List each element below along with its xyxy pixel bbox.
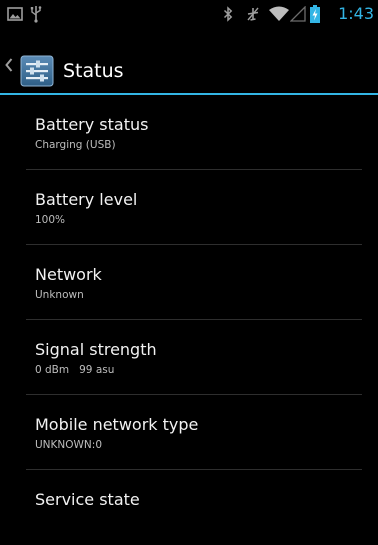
item-summary: Unknown [35,289,84,301]
bluetooth-icon [221,0,235,28]
list-item-battery-status[interactable]: Battery status Charging (USB) [26,95,362,170]
item-summary: Charging (USB) [35,139,116,151]
action-bar: Status [0,28,378,95]
signal-icon [290,0,306,28]
page-title: Status [63,60,124,82]
settings-app-icon[interactable] [19,53,55,89]
clock: 1:43 [338,4,374,23]
up-caret-icon[interactable] [4,57,14,77]
item-title: Service state [35,490,140,509]
item-summary: 0 dBm 99 asu [35,364,115,376]
wifi-icon [268,0,290,28]
airplane-off-icon [244,0,262,28]
item-title: Battery level [35,190,138,209]
list-item-battery-level[interactable]: Battery level 100% [26,170,362,245]
list-item-service-state[interactable]: Service state [26,470,362,545]
list-item-mobile-network-type[interactable]: Mobile network type UNKNOWN:0 [26,395,362,470]
item-title: Battery status [35,115,149,134]
status-bar: 1:43 [0,0,378,28]
item-title: Signal strength [35,340,157,359]
usb-icon [28,0,44,28]
list-item-signal-strength[interactable]: Signal strength 0 dBm 99 asu [26,320,362,395]
item-title: Mobile network type [35,415,199,434]
list-item-network[interactable]: Network Unknown [26,245,362,320]
item-summary: UNKNOWN:0 [35,439,102,451]
battery-charging-icon [308,0,322,28]
gallery-icon [6,0,24,28]
status-list: Battery status Charging (USB) Battery le… [0,95,378,545]
item-summary: 100% [35,214,66,226]
item-title: Network [35,265,102,284]
